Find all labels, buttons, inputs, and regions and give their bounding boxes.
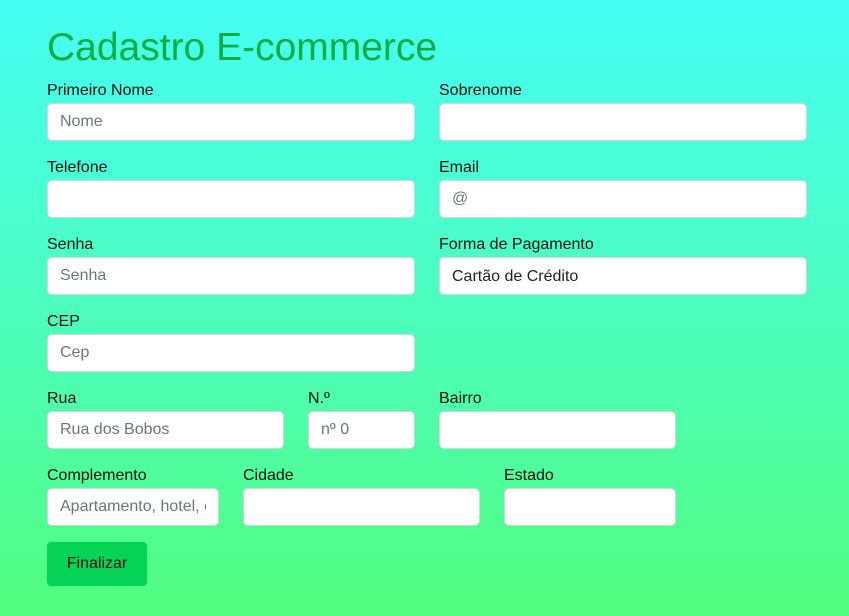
finalizar-button[interactable]: Finalizar: [47, 542, 147, 586]
page-title: Cadastro E-commerce: [47, 26, 438, 69]
cep-label: CEP: [47, 313, 80, 330]
forma-pagamento-label: Forma de Pagamento: [439, 236, 594, 253]
email-label: Email: [439, 159, 480, 176]
field-complemento: Complemento: [47, 467, 219, 526]
field-primeiro-nome: Primeiro Nome: [47, 82, 415, 141]
estado-input[interactable]: [504, 488, 676, 526]
cidade-input[interactable]: [243, 488, 480, 526]
numero-label: N.º: [308, 390, 330, 407]
cidade-label: Cidade: [243, 467, 294, 484]
primeiro-nome-label: Primeiro Nome: [47, 82, 154, 99]
senha-input[interactable]: [47, 257, 415, 295]
rua-label: Rua: [47, 390, 77, 407]
cep-input[interactable]: [47, 334, 415, 372]
field-bairro: Bairro: [439, 390, 676, 449]
field-rua: Rua: [47, 390, 284, 449]
field-email: Email: [439, 159, 807, 218]
telefone-label: Telefone: [47, 159, 108, 176]
bairro-input[interactable]: [439, 411, 676, 449]
rua-input[interactable]: [47, 411, 284, 449]
telefone-input[interactable]: [47, 180, 415, 218]
field-forma-pagamento: Forma de Pagamento Cartão de Crédito: [439, 236, 807, 295]
complemento-input[interactable]: [47, 488, 219, 526]
primeiro-nome-input[interactable]: [47, 103, 415, 141]
estado-label: Estado: [504, 467, 554, 484]
field-sobrenome: Sobrenome: [439, 82, 807, 141]
field-cep: CEP: [47, 313, 415, 372]
email-input[interactable]: [439, 180, 807, 218]
sobrenome-label: Sobrenome: [439, 82, 522, 99]
forma-pagamento-select[interactable]: Cartão de Crédito: [439, 257, 807, 295]
complemento-label: Complemento: [47, 467, 147, 484]
field-cidade: Cidade: [243, 467, 480, 526]
field-numero: N.º: [308, 390, 415, 449]
field-telefone: Telefone: [47, 159, 415, 218]
numero-input[interactable]: [308, 411, 415, 449]
senha-label: Senha: [47, 236, 94, 253]
field-estado: Estado: [504, 467, 676, 526]
sobrenome-input[interactable]: [439, 103, 807, 141]
field-senha: Senha: [47, 236, 415, 295]
bairro-label: Bairro: [439, 390, 482, 407]
